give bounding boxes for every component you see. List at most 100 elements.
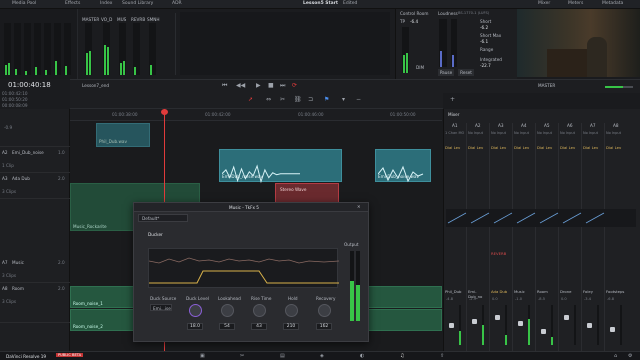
zoom-out-icon[interactable]: − [356, 96, 361, 103]
channel-fx[interactable]: Dial Lev [606, 145, 621, 150]
blade-tool-icon[interactable]: ✂ [280, 96, 285, 103]
loop-icon[interactable]: ⟳ [292, 82, 297, 89]
channel-fx[interactable]: Dial Lev [583, 145, 598, 150]
stop-icon[interactable]: ■ [268, 82, 274, 89]
reset-button[interactable]: Reset [458, 69, 474, 76]
preset-select[interactable]: Default* [138, 214, 188, 222]
channel-fader[interactable] [495, 315, 500, 320]
rise-time-value[interactable]: 43 [251, 323, 267, 330]
channel-id: A2 [475, 123, 481, 128]
channel-fader[interactable] [472, 319, 477, 324]
deliver-page-icon[interactable]: ⇪ [440, 353, 444, 359]
snap-icon[interactable]: ⊐ [308, 96, 313, 103]
video-viewer[interactable] [517, 9, 640, 77]
color-page-icon[interactable]: ◐ [360, 353, 364, 359]
lookahead-knob[interactable] [221, 304, 234, 317]
ruler-tick: 01:00:50:00 [390, 112, 416, 117]
playhead-handle[interactable] [161, 109, 168, 115]
pause-button[interactable]: Pause [438, 69, 454, 76]
recovery-knob[interactable] [318, 304, 331, 317]
link-icon[interactable]: ⛓ [294, 96, 302, 103]
timeline-ruler[interactable]: 01:00:38:00 01:00:42:00 01:00:46:00 01:0… [70, 109, 442, 121]
track-header-a8[interactable]: A8 Room 2.0 3 Clips [0, 283, 70, 323]
volume-slider[interactable] [605, 86, 633, 88]
rewind-icon[interactable]: ◀◀ [236, 82, 245, 89]
tab-effects[interactable]: Effects [65, 1, 80, 6]
timeline-name[interactable]: Lesson7_end [82, 83, 109, 88]
eq-thumbnails[interactable] [446, 209, 636, 227]
channel-input[interactable]: No Input [583, 131, 598, 135]
channel-name: Room [537, 289, 548, 294]
track-header-a1[interactable]: -0.9 [0, 121, 70, 147]
meter-label-smnh: SMNH [147, 17, 160, 22]
channel-fx[interactable]: Dial Lev [468, 145, 483, 150]
hold-value[interactable]: 210 [283, 323, 299, 330]
channel-fader[interactable] [541, 329, 546, 334]
meter-smnh [149, 23, 156, 75]
home-icon[interactable]: ⌂ [614, 353, 617, 359]
track-header-a2[interactable]: A2 Emi_Dub_noise 1.0 1 Clip [0, 147, 70, 173]
clip-emi-dub-2[interactable]: Emi-Dub_noise.wav [375, 149, 431, 183]
trim-tool-icon[interactable]: ⇔ [266, 96, 271, 103]
close-icon[interactable]: ✕ [357, 204, 361, 209]
recovery-value[interactable]: 162 [316, 323, 332, 330]
channel-fx[interactable]: Dial Lev [560, 145, 575, 150]
channel-id: A6 [567, 123, 573, 128]
duck-source-select[interactable]: Emi...ise [150, 304, 172, 311]
clip-emi-dub[interactable]: Emi-Dub_noise.wav [219, 149, 342, 184]
hold-knob[interactable] [285, 304, 298, 317]
fusion-page-icon[interactable]: ◈ [320, 353, 324, 359]
clip-phil-dub[interactable]: Phil_Dub.wav [96, 123, 150, 147]
channel-fader[interactable] [449, 323, 454, 328]
edit-page-icon[interactable]: ▤ [280, 353, 285, 359]
rise-time-knob[interactable] [253, 304, 266, 317]
master-select[interactable]: MASTER [538, 83, 555, 88]
tab-mixer[interactable]: Mixer [538, 1, 550, 6]
mixer-strip-a7: A7 No Input Dial Lev Foley -3.4 [582, 123, 605, 351]
media-page-icon[interactable]: ▣ [200, 353, 205, 359]
tab-metadata[interactable]: Metadata [602, 1, 623, 6]
channel-input[interactable]: No Input [606, 131, 621, 135]
plugin-window[interactable]: Music - TkFx 5 ✕ Default* Ducker Output … [133, 202, 369, 342]
zoom-in-icon[interactable]: + [450, 96, 455, 103]
fairlight-page-icon[interactable]: ♫ [400, 353, 404, 359]
channel-input[interactable]: No Input [514, 131, 529, 135]
track-header-a3[interactable]: A3 Ada Dub 2.0 3 Clips [0, 173, 70, 199]
go-end-icon[interactable]: ⏭ [280, 82, 285, 90]
marker-icon[interactable]: ▾ [342, 96, 345, 103]
channel-fader[interactable] [587, 323, 592, 328]
select-tool-icon[interactable]: ➚ [248, 96, 253, 103]
channel-fx[interactable]: Dial Lev [514, 145, 529, 150]
cut-page-icon[interactable]: ✂ [240, 353, 244, 359]
flag-icon[interactable]: ⚑ [324, 96, 329, 103]
duck-level-value[interactable]: 18.0 [187, 323, 203, 330]
edit-tools-row: ➚ ⇔ ✂ ⛓ ⊐ ⚑ ▾ − + [70, 93, 455, 109]
track-header-a7[interactable]: A7 Music 2.0 3 Clips [0, 257, 70, 283]
settings-icon[interactable]: ⚙ [628, 353, 632, 359]
channel-fader[interactable] [610, 327, 615, 332]
channel-fx[interactable]: Dial Lev [445, 145, 460, 150]
channel-fx[interactable]: Dial Lev [491, 145, 506, 150]
tab-media-pool[interactable]: Media Pool [12, 1, 36, 6]
channel-fader[interactable] [564, 315, 569, 320]
loudness-panel: Control Room TP -6.4 DIM Loudness BS.177… [395, 9, 517, 79]
lookahead-value[interactable]: 54 [219, 323, 235, 330]
tab-index[interactable]: Index [100, 1, 112, 6]
duck-level-knob[interactable] [189, 304, 202, 317]
meter-bridge-left [0, 9, 78, 79]
channel-input[interactable]: No Input [468, 131, 483, 135]
channel-input[interactable]: 1 Chan MO [445, 131, 464, 135]
play-icon[interactable]: ▶ [256, 82, 261, 89]
channel-input[interactable]: No Input [537, 131, 552, 135]
ducker-envelope [148, 257, 340, 284]
channel-fader[interactable] [518, 321, 523, 326]
plugin-titlebar[interactable]: Music - TkFx 5 ✕ [134, 203, 368, 212]
tab-adr[interactable]: ADR [172, 1, 182, 6]
tab-meters[interactable]: Meters [568, 1, 583, 6]
tab-sound-library[interactable]: Sound Library [122, 1, 153, 6]
go-start-icon[interactable]: ⏮ [222, 82, 227, 90]
channel-name: Phil_Dub [445, 289, 462, 294]
channel-fx[interactable]: Dial Lev [537, 145, 552, 150]
channel-input[interactable]: No Input [491, 131, 506, 135]
channel-input[interactable]: No Input [560, 131, 575, 135]
